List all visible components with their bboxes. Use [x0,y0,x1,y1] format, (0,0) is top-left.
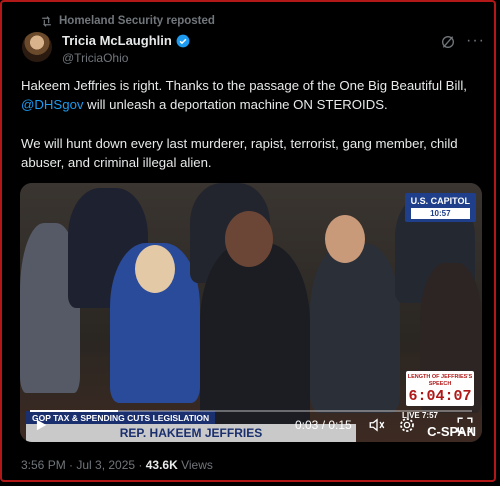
author-handle[interactable]: @TriciaOhio [62,51,128,65]
post-timestamp[interactable]: 3:56 PM · Jul 3, 2025 · [21,458,146,472]
speech-length-value: 6:04:07 [408,388,472,405]
capitol-time: 10:57 [410,208,470,219]
post-text-b: will unleash a deportation machine ON ST… [83,97,388,112]
settings-icon[interactable] [398,416,416,434]
live-time: 7:57 [421,411,438,420]
author-name-row[interactable]: Tricia McLaughlin [62,33,190,48]
post-text-a: Hakeem Jeffries is right. Thanks to the … [21,78,467,93]
repost-text: Homeland Security reposted [59,15,215,27]
capitol-label: U.S. CAPITOL [410,196,470,206]
more-icon[interactable]: ··· [466,32,485,50]
post-text-paragraph-1: Hakeem Jeffries is right. Thanks to the … [21,76,481,114]
progress-fill [30,410,119,412]
legislation-banner: GOP TAX & SPENDING CUTS LEGISLATION [26,411,216,425]
video-player[interactable]: U.S. CAPITOL 10:57 LENGTH OF JEFFRIES'S S… [20,183,482,442]
repost-icon [42,15,51,27]
author-name[interactable]: Tricia McLaughlin [62,33,172,48]
speech-length-label: LENGTH OF JEFFRIES'S SPEECH [407,374,473,387]
mention-link[interactable]: @DHSgov [21,97,84,112]
capitol-badge: U.S. CAPITOL 10:57 [404,193,476,222]
view-count: 43.6K [145,458,178,472]
post-meta: 3:56 PM · Jul 3, 2025 · 43.6K Views [21,458,213,472]
grok-icon[interactable] [440,34,456,50]
video-timer: 0:03 / 0:15 [295,418,352,432]
volume-icon[interactable] [368,416,386,434]
progress-bar[interactable] [30,410,472,412]
fullscreen-icon[interactable] [456,416,474,434]
speech-length-box: LENGTH OF JEFFRIES'S SPEECH 6:04:07 [406,371,474,406]
views-label: Views [177,458,213,472]
play-icon[interactable] [34,418,48,432]
verified-icon [176,34,190,47]
avatar[interactable] [22,32,52,62]
post-text-paragraph-2: We will hunt down every last murderer, r… [21,136,458,170]
repost-indicator[interactable]: Homeland Security reposted [40,15,215,27]
